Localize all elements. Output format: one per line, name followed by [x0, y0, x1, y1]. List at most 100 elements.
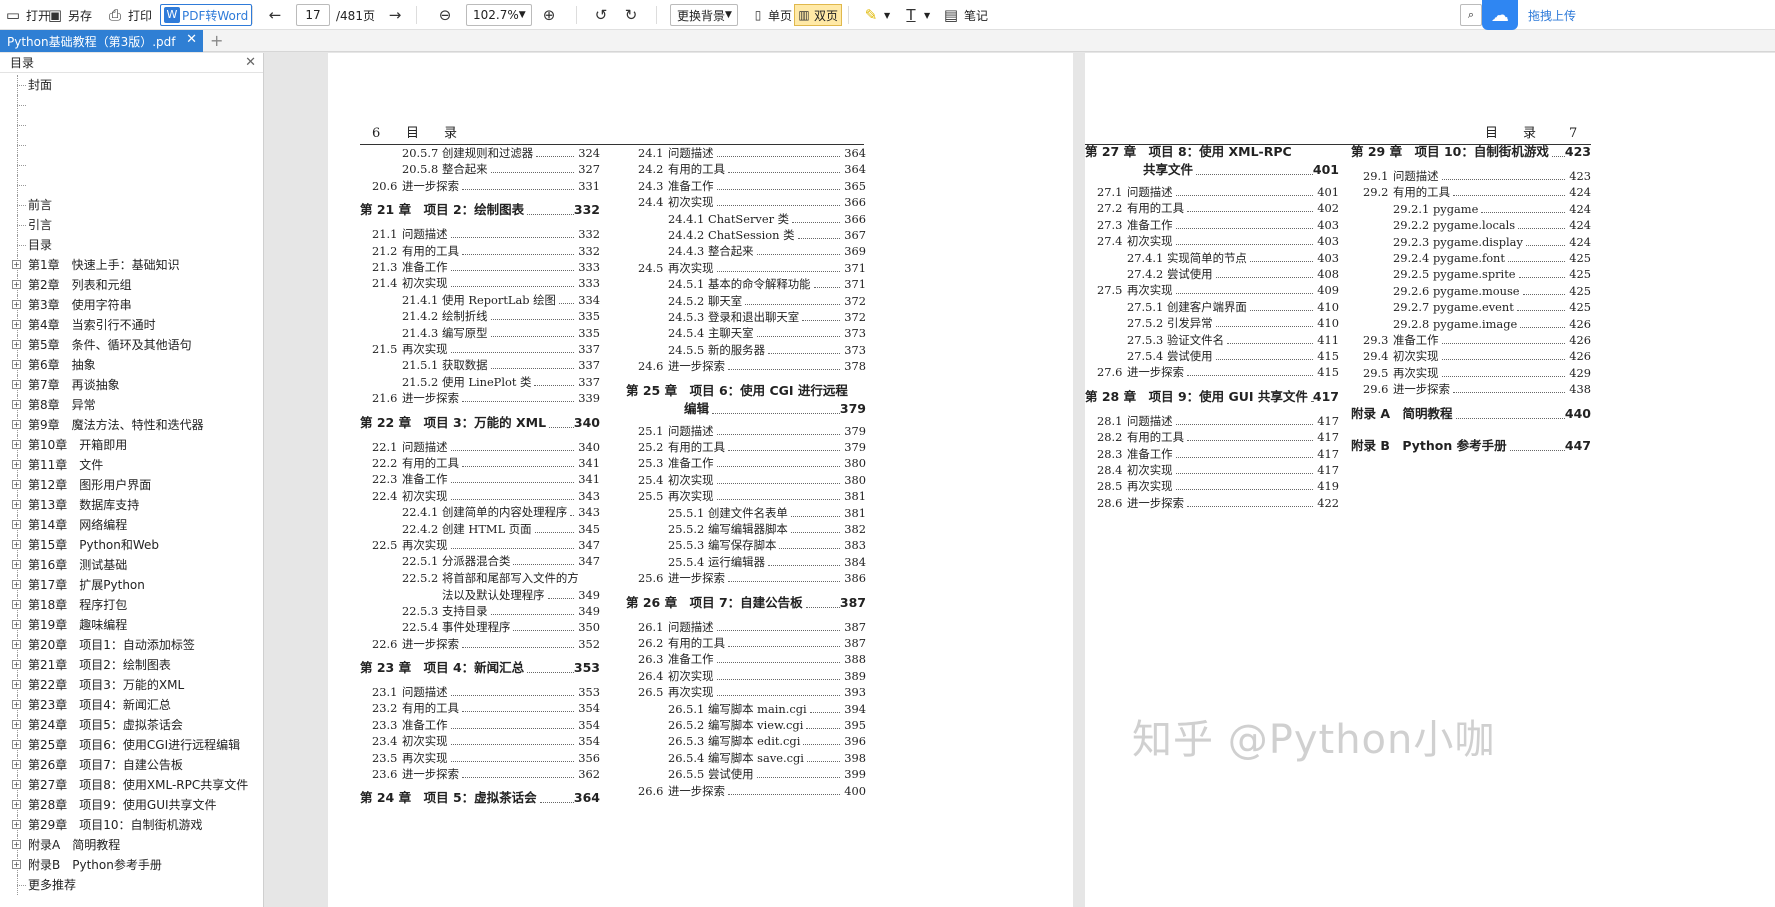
document-view[interactable]: 6 目 录 20.5.7 创建规则和过滤器 324 20.5.8 整合起来 327 20.6…	[265, 53, 1775, 907]
toc-chapter-entry[interactable]: 第 27 章 项目 8：使用 XML-RPC 共享文件 401	[1085, 142, 1339, 180]
toc-entry[interactable]: 25.5.3 编写保存脚本 383	[668, 537, 866, 554]
open-button[interactable]: ▭ 打开	[4, 4, 50, 26]
toc-chapter-entry[interactable]: 第 24 章 项目 5：虚拟茶话会 364	[360, 788, 600, 808]
toc-entry[interactable]: 21.4.3 编写原型 335	[402, 325, 600, 342]
toc-entry[interactable]: 27.5.2 引发异常 410	[1127, 315, 1339, 332]
zoom-in-button[interactable]: ⊕	[540, 4, 562, 26]
toc-entry[interactable]: 29.2.4 pygame.font 425	[1393, 250, 1591, 267]
toc-item[interactable]: + 附录B Python参考手册	[0, 855, 263, 875]
toc-item[interactable]	[0, 135, 263, 155]
toc-entry[interactable]: 27.2 有用的工具 402	[1097, 200, 1339, 217]
toc-entry[interactable]: 26.3 准备工作 388	[638, 651, 866, 668]
toc-chapter-entry[interactable]: 附录 B Python 参考手册 447	[1351, 436, 1591, 456]
toc-chapter-entry[interactable]: 第 21 章 项目 2：绘制图表 332	[360, 200, 600, 220]
toc-item[interactable]: + 第5章 条件、循环及其他语句	[0, 335, 263, 355]
toc-chapter-entry[interactable]: 第 23 章 项目 4：新闻汇总 353	[360, 658, 600, 678]
toc-item[interactable]: + 第13章 数据库支持	[0, 495, 263, 515]
expand-icon[interactable]: +	[12, 540, 21, 549]
expand-icon[interactable]: +	[12, 400, 21, 409]
toc-item[interactable]: + 第18章 程序打包	[0, 595, 263, 615]
toc-entry[interactable]: 26.5.1 编写脚本 main.cgi 394	[668, 701, 866, 718]
toc-entry[interactable]: 26.5.2 编写脚本 view.cgi 395	[668, 717, 866, 734]
toc-item[interactable]: + 第7章 再谈抽象	[0, 375, 263, 395]
toc-item[interactable]: + 第9章 魔法方法、特性和迭代器	[0, 415, 263, 435]
change-background-select[interactable]: 更换背景 ▼	[670, 4, 738, 26]
toc-item[interactable]: + 第16章 测试基础	[0, 555, 263, 575]
toc-entry[interactable]: 24.4.2 ChatSession 类 367	[668, 227, 866, 244]
single-page-button[interactable]: ▯ 单页	[752, 4, 792, 26]
toc-item[interactable]: + 第28章 项目9：使用GUI共享文件	[0, 795, 263, 815]
toc-entry[interactable]: 24.4 初次实现 366	[638, 194, 866, 211]
toc-entry[interactable]: 25.2 有用的工具 379	[638, 439, 866, 456]
toc-entry[interactable]: 25.5.2 编写编辑器脚本 382	[668, 521, 866, 538]
toc-entry[interactable]: 24.5.3 登录和退出聊天室 372	[668, 309, 866, 326]
toc-entry[interactable]: 21.5 再次实现 337	[372, 341, 600, 358]
print-button[interactable]: ⎙ 打印	[106, 4, 152, 26]
toc-entry[interactable]: 27.5 再次实现 409	[1097, 282, 1339, 299]
toc-item[interactable]: + 第14章 网络编程	[0, 515, 263, 535]
toc-item[interactable]: + 附录A 简明教程	[0, 835, 263, 855]
toc-chapter-entry[interactable]: 第 22 章 项目 3：万能的 XML 340	[360, 413, 600, 433]
toc-entry[interactable]: 24.4.3 整合起来 369	[668, 243, 866, 260]
toc-entry[interactable]: 23.1 问题描述 353	[372, 684, 600, 701]
expand-icon[interactable]: +	[12, 560, 21, 569]
expand-icon[interactable]: +	[12, 340, 21, 349]
toc-entry[interactable]: 23.2 有用的工具 354	[372, 700, 600, 717]
toc-entry[interactable]: 25.6 进一步探索 386	[638, 570, 866, 587]
expand-icon[interactable]: +	[12, 420, 21, 429]
search-button[interactable]: ⌕	[1460, 4, 1482, 26]
notes-button[interactable]: ▤ 笔记	[942, 4, 988, 26]
toc-entry[interactable]: 21.2 有用的工具 332	[372, 243, 600, 260]
toc-entry[interactable]: 25.5.1 创建文件名表单 381	[668, 505, 866, 522]
expand-icon[interactable]: +	[12, 360, 21, 369]
new-tab-button[interactable]: +	[210, 31, 223, 50]
toc-item[interactable]: + 第29章 项目10：自制街机游戏	[0, 815, 263, 835]
toc-entry[interactable]: 27.4.1 实现简单的节点 403	[1127, 250, 1339, 267]
toc-item[interactable]: + 第8章 异常	[0, 395, 263, 415]
toc-entry[interactable]: 24.5.2 聊天室 372	[668, 293, 866, 310]
double-page-button[interactable]: ▥ 双页	[794, 4, 843, 26]
expand-icon[interactable]: +	[12, 520, 21, 529]
toc-item[interactable]	[0, 115, 263, 135]
toc-chapter-entry[interactable]: 第 29 章 项目 10：自制街机游戏 423	[1351, 142, 1591, 162]
toc-entry[interactable]: 24.5.4 主聊天室 373	[668, 325, 866, 342]
expand-icon[interactable]: +	[12, 620, 21, 629]
toc-item[interactable]: + 第24章 项目5：虚拟茶话会	[0, 715, 263, 735]
toc-entry[interactable]: 22.5 再次实现 347	[372, 537, 600, 554]
expand-icon[interactable]: +	[12, 440, 21, 449]
rotate-left-button[interactable]: ↺	[592, 4, 614, 26]
toc-entry[interactable]: 25.3 准备工作 380	[638, 455, 866, 472]
toc-item[interactable]: + 第21章 项目2：绘制图表	[0, 655, 263, 675]
expand-icon[interactable]: +	[12, 820, 21, 829]
toc-entry[interactable]: 26.2 有用的工具 387	[638, 635, 866, 652]
toc-entry[interactable]: 28.1 问题描述 417	[1097, 413, 1339, 430]
toc-item[interactable]: 更多推荐	[0, 875, 263, 895]
expand-icon[interactable]: +	[12, 280, 21, 289]
toc-chapter-entry[interactable]: 第 26 章 项目 7：自建公告板 387	[626, 593, 866, 613]
toc-entry[interactable]: 23.3 准备工作 354	[372, 717, 600, 734]
expand-icon[interactable]: +	[12, 780, 21, 789]
toc-entry[interactable]: 29.1 问题描述 423	[1363, 168, 1591, 185]
toc-entry[interactable]: 27.6 进一步探索 415	[1097, 364, 1339, 381]
expand-icon[interactable]: +	[12, 300, 21, 309]
toc-entry[interactable]: 22.5.4 事件处理程序 350	[402, 619, 600, 636]
toc-entry[interactable]: 22.3 准备工作 341	[372, 471, 600, 488]
toc-entry[interactable]: 26.5.4 编写脚本 save.cgi 398	[668, 750, 866, 767]
toc-item[interactable]: 封面	[0, 75, 263, 95]
toc-entry[interactable]: 22.4.2 创建 HTML 页面 345	[402, 521, 600, 538]
toc-entry[interactable]: 29.4 初次实现 426	[1363, 348, 1591, 365]
toc-entry[interactable]: 27.3 准备工作 403	[1097, 217, 1339, 234]
expand-icon[interactable]: +	[12, 740, 21, 749]
rotate-right-button[interactable]: ↻	[622, 4, 644, 26]
toc-item[interactable]: + 第20章 项目1：自动添加标签	[0, 635, 263, 655]
expand-icon[interactable]: +	[12, 260, 21, 269]
drag-upload-link[interactable]: 拖拽上传	[1528, 4, 1576, 26]
toc-entry[interactable]: 29.2.2 pygame.locals 424	[1393, 217, 1591, 234]
pdf-to-word-button[interactable]: W PDF转Word	[160, 4, 253, 26]
toc-item[interactable]: + 第22章 项目3：万能的XML	[0, 675, 263, 695]
toc-item[interactable]: + 第3章 使用字符串	[0, 295, 263, 315]
toc-item[interactable]: + 第17章 扩展Python	[0, 575, 263, 595]
toc-entry[interactable]: 26.5 再次实现 393	[638, 684, 866, 701]
toc-entry[interactable]: 23.6 进一步探索 362	[372, 766, 600, 783]
toc-entry[interactable]: 23.5 再次实现 356	[372, 750, 600, 767]
